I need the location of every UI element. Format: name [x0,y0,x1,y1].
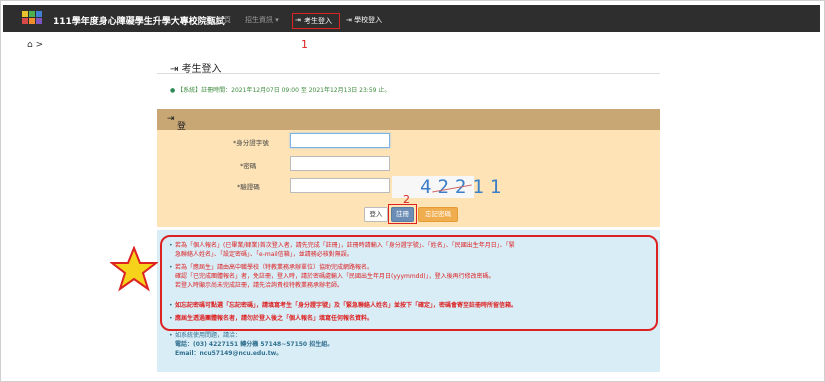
notice-text: 【系統】註冊時間：2021年12月07日 09:00 至 2021年12月13日… [177,87,391,94]
bullet-icon: • [169,242,173,249]
nav-student-login-label: 考生登入 [304,17,332,25]
register-button[interactable]: 註冊 [391,207,414,222]
nav-admissions-dropdown[interactable]: 招生資訊 ▾ [245,15,279,25]
nav-home[interactable]: 首頁 [217,15,231,25]
nav-school-login[interactable]: ⇥ 學校登入 [346,15,382,25]
info-item-forgot: • 如忘記密碼可點選「忘記密碼」，請填寫考生「身分證字號」及「緊急聯絡人姓名」並… [169,301,518,310]
info-dot-icon: ● [170,87,176,94]
bullet-icon: • [169,302,173,309]
site-brand[interactable]: 111學年度身心障礙學生升學大專校院甄試 [53,14,225,27]
info-item-group: • 應屆生透過團體報名者，請勿於登入後之「個人報名」填寫任何報名資料。 [169,314,374,323]
password-label: *密碼 [240,162,257,170]
star-icon [110,246,158,292]
captcha-input[interactable] [290,178,390,193]
nav-student-login[interactable]: ⇥ 考生登入 [292,13,340,29]
info-item-graduating-line1: 若為「應屆生」請由高中職學校（特教業務承辦單位）協助完成網路報名。 [175,264,374,271]
id-number-input[interactable] [290,133,390,148]
site-logo[interactable] [21,9,43,28]
captcha-text: 42211 [420,176,508,198]
info-item-contact: • 如系統使用問題，請洽： 電話：(03) 4227151 轉分機 57148~… [169,331,334,358]
info-item-personal: • 若為「個人報名」(已畢業/肄業)首次登入者，請先完成「註冊」，註冊時請輸入「… [169,241,515,259]
annotation-number-1: 1 [301,38,308,51]
top-navbar: 111學年度身心障礙學生升學大專校院甄試 首頁 招生資訊 ▾ ⇥ 考生登入 ⇥ … [3,5,820,32]
annotation-number-2: 2 [403,193,410,206]
password-input[interactable] [290,156,390,171]
captcha-label: *驗證碼 [237,183,260,191]
info-item-graduating-line3: 若登入時顯示尚未完成註冊，請先洽詢貴校特教業務承辦老師。 [175,282,344,289]
breadcrumb[interactable]: ⌂ > [27,40,43,50]
info-item-personal-line2: 急聯絡人姓名」、「設定密碼」、「e-mail信箱」，並請務必核對無誤。 [175,251,353,258]
login-panel-title: ⇥ 登入 [167,114,186,145]
info-item-forgot-text: 如忘記密碼可點選「忘記密碼」，請填寫考生「身分證字號」及「緊急聯絡人姓名」並按下… [175,302,518,309]
bullet-icon: • [169,315,173,322]
bullet-icon: • [169,332,173,339]
forgot-password-button[interactable]: 忘記密碼 [418,207,458,222]
id-number-label: *身分證字號 [233,139,269,147]
info-item-graduating: • 若為「應屆生」請由高中職學校（特教業務承辦單位）協助完成網路報名。 確認「已… [169,263,495,290]
contact-email[interactable]: Email：ncu57149@ncu.edu.tw。 [175,350,282,357]
login-icon: ⇥ [295,16,301,24]
contact-phone: 電話：(03) 4227151 轉分機 57148~57150 招生組。 [175,341,334,348]
title-divider [157,73,660,74]
info-item-graduating-line2: 確認「已完成團體報名」者，免註冊，登入時，請於密碼處輸入「民國出生年月日(yyy… [175,273,495,280]
contact-heading: 如系統使用問題，請洽： [175,332,242,339]
login-button[interactable]: 登入 [364,207,388,222]
registration-notice: ● 【系統】註冊時間：2021年12月07日 09:00 至 2021年12月1… [170,85,390,94]
bullet-icon: • [169,264,173,271]
info-item-personal-line1: 若為「個人報名」(已畢業/肄業)首次登入者，請先完成「註冊」，註冊時請輸入「身分… [175,242,515,249]
nav-school-login-label: 學校登入 [354,16,383,24]
info-item-group-text: 應屆生透過團體報名者，請勿於登入後之「個人報名」填寫任何報名資料。 [175,315,374,322]
login-panel-header: ⇥ 登入 [157,109,660,145]
